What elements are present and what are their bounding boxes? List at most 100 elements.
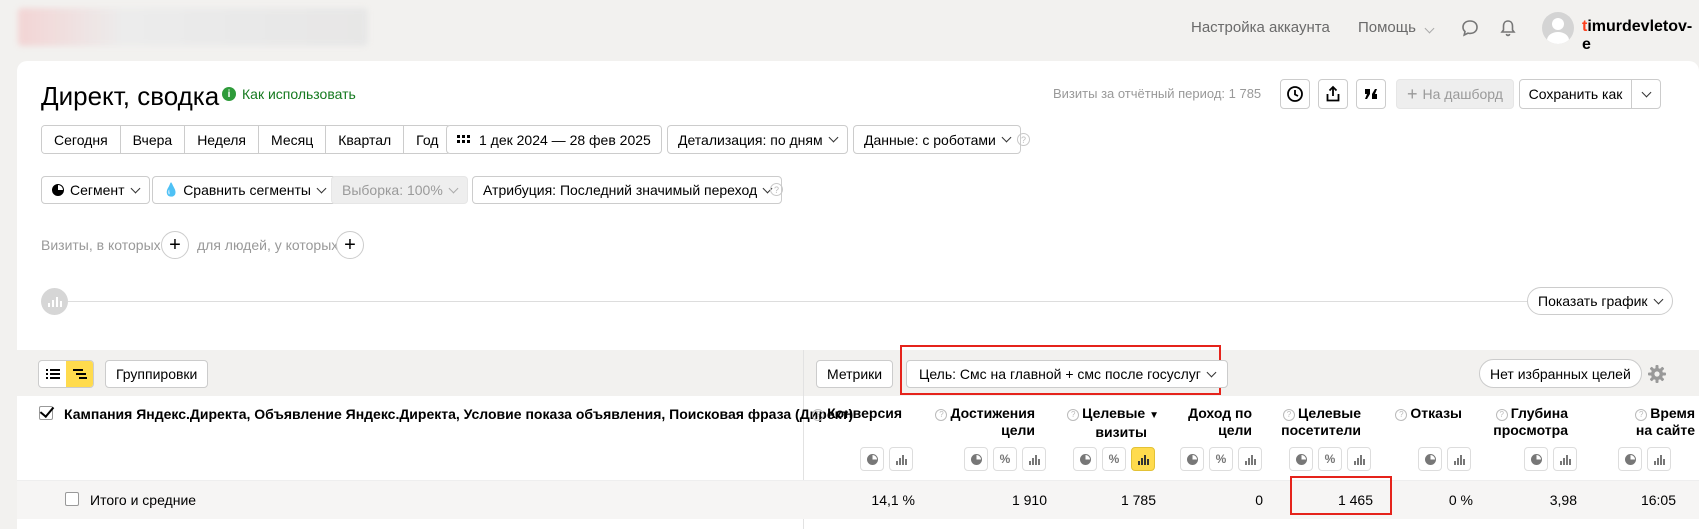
help-icon[interactable]: ? <box>812 409 825 421</box>
chart-icon[interactable] <box>41 288 68 315</box>
bar-view-button[interactable] <box>1447 447 1471 471</box>
period-today[interactable]: Сегодня <box>42 126 121 153</box>
pie-view-button[interactable] <box>1180 447 1204 471</box>
pie-icon <box>1624 453 1636 465</box>
calendar-icon <box>457 134 470 143</box>
username[interactable]: timurdevletov-e <box>1582 18 1699 54</box>
column-view-icons <box>860 447 913 471</box>
column-header-time-on-site[interactable]: ? Время на сайте <box>1635 405 1695 439</box>
column-subtitle: просмотра <box>1493 422 1568 438</box>
gear-icon[interactable] <box>1647 364 1667 384</box>
period-quarter[interactable]: Квартал <box>326 126 405 153</box>
column-title: Время <box>1650 405 1695 421</box>
table-row <box>17 480 1699 519</box>
period-week[interactable]: Неделя <box>185 126 260 153</box>
pie-view-button[interactable] <box>1073 447 1097 471</box>
add-visit-condition-button[interactable]: + <box>161 231 189 259</box>
bar-view-button[interactable] <box>889 447 913 471</box>
bars-icon <box>1453 454 1465 465</box>
period-yesterday[interactable]: Вчера <box>120 126 186 153</box>
goal-dropdown[interactable]: Цель: Смс на главной + смс после госуслу… <box>906 360 1228 388</box>
bar-view-button[interactable] <box>1238 447 1262 471</box>
bar-view-button[interactable] <box>1022 447 1046 471</box>
save-as-dropdown[interactable] <box>1631 79 1661 109</box>
share-icon <box>1326 85 1340 102</box>
help-menu[interactable]: Помощь <box>1358 19 1435 36</box>
people-condition-label: для людей, у которых <box>197 237 339 253</box>
groupings-button[interactable]: Группировки <box>105 360 209 388</box>
pie-view-button[interactable] <box>1524 447 1548 471</box>
segment-dropdown[interactable]: Сегмент <box>41 176 150 204</box>
pie-icon <box>1295 453 1307 465</box>
detail-dropdown[interactable]: Детализация: по дням <box>667 125 848 154</box>
column-header-target-visitors[interactable]: ? Целевые посетители <box>1281 405 1361 439</box>
attribution-dropdown[interactable]: Атрибуция: Последний значимый переход <box>472 176 783 204</box>
bars-icon <box>895 454 907 465</box>
column-view-icons: % <box>1289 447 1371 471</box>
chevron-down-icon <box>1641 87 1651 97</box>
help-icon[interactable]: ? <box>1395 409 1408 421</box>
account-settings-link[interactable]: Настройка аккаунта <box>1191 19 1330 36</box>
metrics-button[interactable]: Метрики <box>816 360 894 388</box>
api-button[interactable] <box>1356 79 1386 109</box>
help-icon[interactable]: ? <box>935 409 948 421</box>
column-header-target-visits[interactable]: ? Целевые ▼ визиты <box>1067 405 1159 441</box>
cell-depth: 3,98 <box>1549 492 1577 508</box>
chevron-down-icon <box>1001 132 1012 143</box>
cell-goal-revenue: 0 <box>1255 492 1263 508</box>
column-header-goal-revenue[interactable]: Доход по цели <box>1188 405 1252 439</box>
pie-view-button[interactable] <box>1289 447 1313 471</box>
bar-view-button[interactable] <box>1647 447 1671 471</box>
help-icon[interactable]: ? <box>1495 409 1508 421</box>
dimensions-checkbox[interactable] <box>39 406 53 420</box>
date-range-button[interactable]: 1 дек 2024 — 28 фев 2025 <box>446 125 662 154</box>
row-checkbox[interactable] <box>65 492 79 506</box>
pie-view-button[interactable] <box>1418 447 1442 471</box>
add-to-dashboard-button[interactable]: + На дашборд <box>1396 79 1514 109</box>
percent-view-button[interactable]: % <box>1318 447 1342 471</box>
help-icon[interactable]: ? <box>770 183 783 196</box>
column-header-conversion[interactable]: ? Конверсия <box>812 405 902 422</box>
list-view-button[interactable] <box>39 361 66 387</box>
bar-view-button[interactable] <box>1131 447 1155 471</box>
avatar[interactable] <box>1542 12 1574 44</box>
attribution-label: Атрибуция: Последний значимый переход <box>483 182 758 198</box>
help-icon[interactable]: ? <box>1635 409 1648 421</box>
tree-view-button[interactable] <box>66 361 93 387</box>
save-as-button[interactable]: Сохранить как <box>1519 79 1632 109</box>
help-icon[interactable]: ? <box>1282 409 1295 421</box>
percent-view-button[interactable]: % <box>993 447 1017 471</box>
compare-segments-dropdown[interactable]: 💧 Сравнить сегменты <box>152 176 336 204</box>
column-view-icons: % <box>964 447 1046 471</box>
percent-view-button[interactable]: % <box>1102 447 1126 471</box>
chat-icon[interactable] <box>1459 17 1481 39</box>
sample-dropdown[interactable]: Выборка: 100% <box>331 176 468 204</box>
column-header-bounces[interactable]: ? Отказы <box>1395 405 1462 422</box>
pie-view-button[interactable] <box>964 447 988 471</box>
percent-view-button[interactable]: % <box>1209 447 1233 471</box>
tree-icon <box>72 369 87 379</box>
period-year[interactable]: Год <box>404 126 451 153</box>
help-icon[interactable]: ? <box>1067 409 1080 421</box>
column-header-goal-reaches[interactable]: ? Достижения цели <box>935 405 1035 439</box>
help-icon[interactable]: ? <box>1017 133 1030 146</box>
pie-icon <box>52 184 64 196</box>
how-to-use-link[interactable]: i Как использовать <box>222 86 356 102</box>
pie-view-button[interactable] <box>1618 447 1642 471</box>
bars-icon <box>1653 454 1665 465</box>
bar-view-button[interactable] <box>1347 447 1371 471</box>
favorite-goals-button[interactable]: Нет избранных целей <box>1479 359 1642 388</box>
bell-icon[interactable] <box>1497 17 1519 39</box>
show-graph-button[interactable]: Показать график <box>1527 287 1673 315</box>
clock-icon <box>1287 86 1303 102</box>
robots-dropdown[interactable]: Данные: с роботами <box>853 125 1021 154</box>
percent-icon: % <box>1108 452 1120 466</box>
history-button[interactable] <box>1280 79 1310 109</box>
column-title: Целевые <box>1297 405 1361 421</box>
bar-view-button[interactable] <box>1553 447 1577 471</box>
export-button[interactable] <box>1318 79 1348 109</box>
add-people-condition-button[interactable]: + <box>336 231 364 259</box>
period-month[interactable]: Месяц <box>259 126 327 153</box>
column-header-depth[interactable]: ? Глубина просмотра <box>1493 405 1568 439</box>
pie-view-button[interactable] <box>860 447 884 471</box>
